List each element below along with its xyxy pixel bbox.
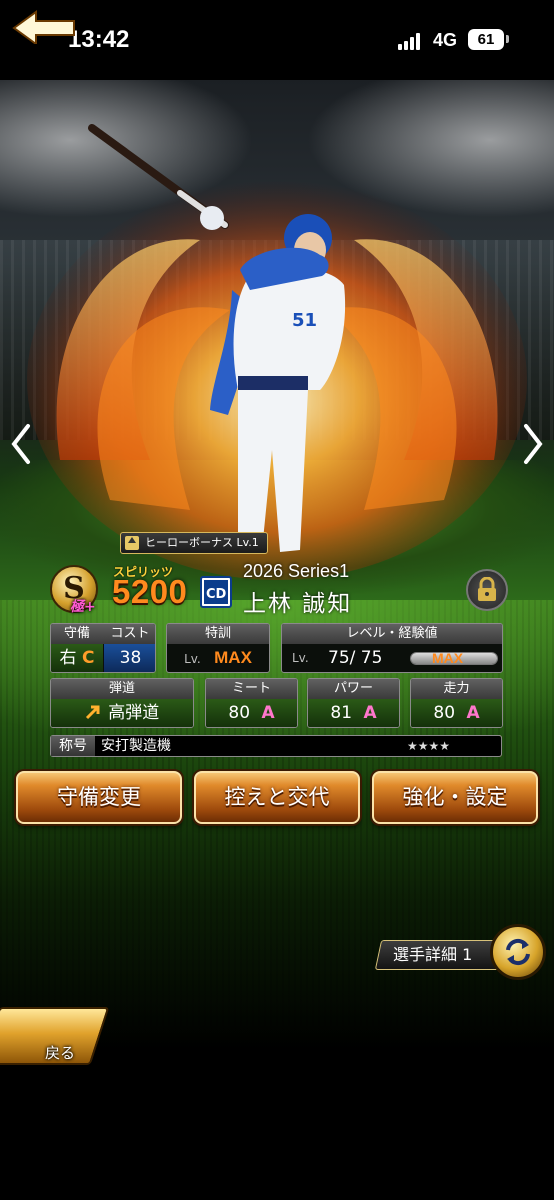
- cost-label: コスト: [110, 626, 150, 641]
- back-arrow-icon: [12, 10, 75, 44]
- up-arrow-icon: [125, 536, 139, 550]
- trajectory-label: 弾道: [51, 679, 193, 699]
- training-lv-label: Lv.: [184, 652, 201, 666]
- series-label: 2026 Series1: [243, 561, 350, 581]
- player-name: 上林 誠知: [243, 591, 353, 617]
- training-label: 特訓: [167, 624, 269, 644]
- level-value: 75/ 75: [328, 648, 383, 668]
- player-hero-image: 51: [0, 80, 554, 600]
- cost-value: 38: [104, 644, 155, 672]
- level-panel: レベル・経験値 Lv. 75/ 75 MAX: [281, 623, 503, 673]
- flame-effect: 51: [27, 124, 527, 580]
- trajectory-value: 高弾道: [108, 703, 160, 723]
- meet-value: 80: [228, 703, 251, 723]
- status-bar: 13:42 4G 61: [0, 0, 554, 80]
- trajectory-arrow-icon: [85, 705, 100, 720]
- trajectory-panel: 弾道 高弾道: [50, 678, 194, 728]
- meet-grade: A: [261, 703, 275, 723]
- training-panel: 特訓 Lv. MAX: [166, 623, 270, 673]
- position-label: 守備: [63, 626, 90, 641]
- level-label: レベル・経験値: [282, 624, 502, 644]
- speed-label: 走力: [411, 679, 502, 699]
- title-stars: ★★★★: [407, 739, 451, 753]
- enhance-settings-button[interactable]: 強化・設定: [372, 771, 538, 824]
- battery-icon: 61: [468, 29, 504, 50]
- speed-panel: 走力 80 A: [410, 678, 503, 728]
- meet-panel: ミート 80 A: [205, 678, 298, 728]
- spirits-value: 5200: [112, 573, 188, 610]
- battery-tip: [506, 35, 509, 43]
- exp-max-label: MAX: [432, 650, 464, 666]
- back-label: 戻る: [45, 1044, 76, 1062]
- rank-tag: 極+: [70, 599, 96, 615]
- swap-detail-button[interactable]: [490, 924, 546, 980]
- bench-swap-button[interactable]: 控えと交代: [194, 771, 360, 824]
- speed-grade: A: [466, 703, 480, 723]
- hero-bonus-badge: ヒーローボーナス Lv.1: [120, 532, 268, 554]
- title-row: 称号 安打製造機 ★★★★: [50, 735, 502, 757]
- title-label: 称号: [51, 736, 95, 756]
- power-label: パワー: [308, 679, 399, 699]
- uniform-number: 51: [292, 310, 317, 331]
- hero-bonus-label: ヒーローボーナス Lv.1: [145, 536, 259, 549]
- power-panel: パワー 81 A: [307, 678, 400, 728]
- level-lv-label: Lv.: [292, 651, 309, 665]
- position-grade: C: [81, 648, 95, 668]
- team-logo-icon: CD: [200, 576, 232, 608]
- prev-player-button[interactable]: [6, 420, 36, 468]
- lock-button[interactable]: [466, 569, 508, 611]
- signal-icon: [398, 32, 424, 50]
- network-label: 4G: [433, 30, 458, 50]
- chevron-left-icon: [11, 424, 30, 464]
- position-value: 右: [59, 648, 77, 668]
- training-value: MAX: [214, 648, 252, 667]
- meet-label: ミート: [206, 679, 297, 699]
- speed-value: 80: [433, 703, 456, 723]
- change-position-button[interactable]: 守備変更: [16, 771, 182, 824]
- svg-text:CD: CD: [206, 587, 227, 602]
- position-cost-panel: 守備 コスト 右 C 38: [50, 623, 156, 673]
- title-value: 安打製造機: [101, 738, 171, 754]
- power-grade: A: [363, 703, 377, 723]
- lock-icon: [478, 577, 496, 601]
- chevron-right-icon: [524, 424, 543, 464]
- swap-icon: [506, 938, 530, 966]
- power-value: 81: [330, 703, 353, 723]
- next-player-button[interactable]: [518, 420, 548, 468]
